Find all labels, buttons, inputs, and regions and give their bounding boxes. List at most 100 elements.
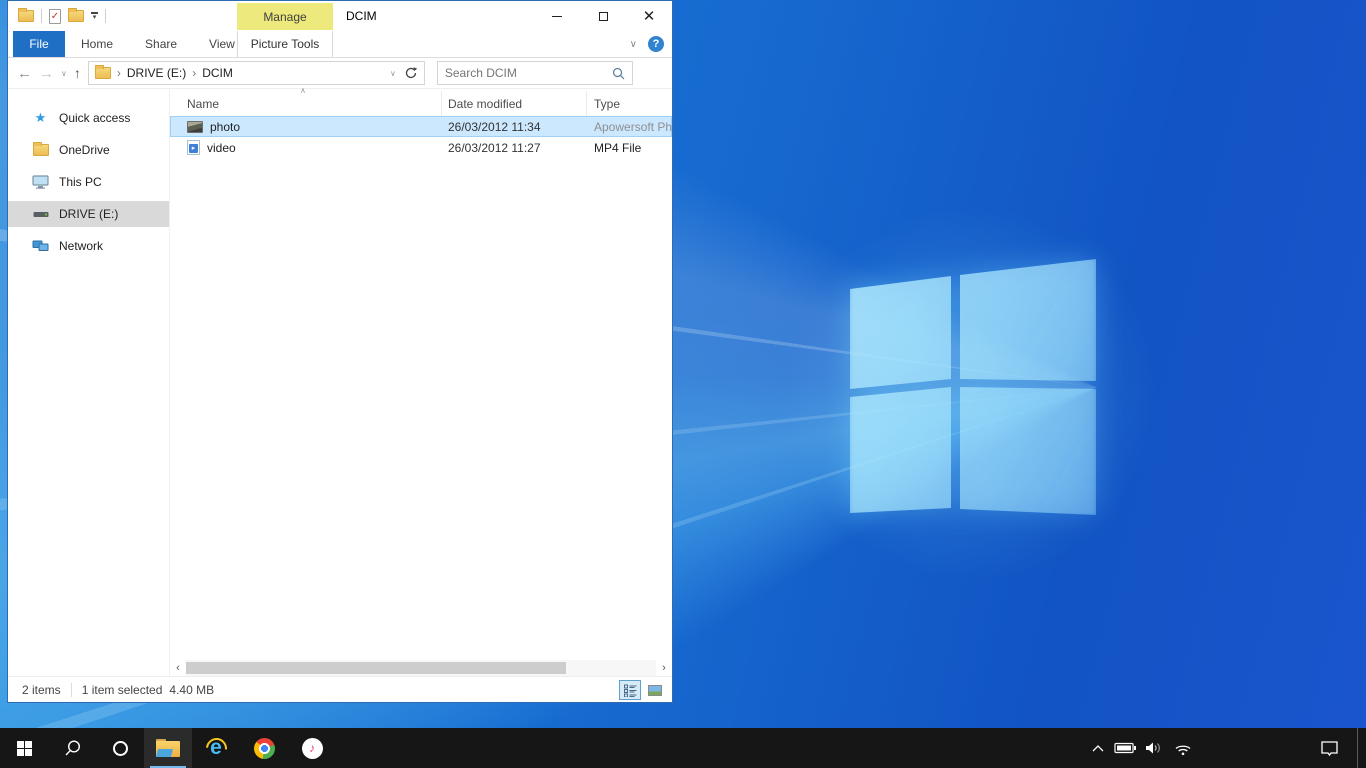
scrollbar-thumb[interactable]	[186, 662, 566, 674]
internet-explorer-button[interactable]: e	[192, 728, 240, 768]
taskbar-search-button[interactable]	[48, 728, 96, 768]
file-date-modified: 26/03/2012 11:27	[442, 141, 587, 155]
file-name: video	[207, 141, 236, 155]
customize-qat-icon[interactable]: ▾	[91, 12, 98, 20]
refresh-icon[interactable]	[404, 66, 418, 80]
large-icons-view-button[interactable]	[644, 680, 666, 700]
video-file-icon	[187, 140, 200, 155]
contextual-group-label: Manage	[237, 3, 333, 30]
item-count: 2 items	[22, 683, 61, 697]
sidebar-item-label: Quick access	[59, 111, 130, 125]
navigation-bar: ← → ∨ ↑ › DRIVE (E:) › DCIM ∨	[8, 58, 672, 89]
file-list-pane: ∧ Name Date modified Type photo 26/03/20…	[169, 89, 672, 676]
column-header-name[interactable]: Name	[170, 91, 442, 116]
sidebar-item-onedrive[interactable]: OneDrive	[8, 137, 169, 163]
close-button[interactable]: ✕	[626, 1, 672, 31]
tab-file[interactable]: File	[13, 31, 65, 57]
app-icon[interactable]	[18, 10, 34, 22]
column-header-type[interactable]: Type	[587, 97, 672, 111]
separator	[71, 683, 72, 697]
minimize-button[interactable]	[534, 1, 580, 31]
volume-button[interactable]	[1139, 728, 1167, 768]
explorer-main: ★ Quick access OneDrive This P	[8, 89, 672, 676]
file-type: MP4 File	[587, 141, 672, 155]
action-center-button[interactable]	[1311, 728, 1347, 768]
quick-access-star-icon: ★	[32, 110, 49, 126]
battery-status-button[interactable]	[1111, 728, 1139, 768]
file-row-video[interactable]: video 26/03/2012 11:27 MP4 File	[170, 137, 672, 158]
breadcrumb-dcim[interactable]: DCIM	[202, 66, 233, 80]
quick-access-toolbar: ✓ ▾	[18, 1, 106, 31]
search-box	[437, 61, 633, 85]
file-date-modified: 26/03/2012 11:34	[442, 120, 587, 134]
column-header-date-modified[interactable]: Date modified	[442, 91, 587, 116]
minimize-icon	[552, 16, 562, 17]
breadcrumb-separator: ›	[117, 66, 121, 80]
sidebar-item-label: DRIVE (E:)	[59, 207, 118, 221]
chrome-button[interactable]	[240, 728, 288, 768]
scroll-left-icon[interactable]: ‹	[170, 660, 186, 676]
forward-button[interactable]: →	[39, 66, 54, 81]
network-button[interactable]	[1167, 728, 1199, 768]
back-button[interactable]: ←	[17, 66, 32, 81]
file-explorer-icon	[156, 739, 180, 757]
navigation-pane: ★ Quick access OneDrive This P	[8, 89, 169, 676]
search-icon[interactable]	[612, 67, 625, 80]
sidebar-item-network[interactable]: Network	[8, 233, 169, 259]
file-name: photo	[210, 120, 240, 134]
properties-icon[interactable]: ✓	[49, 9, 61, 24]
up-button[interactable]: ↑	[74, 65, 81, 81]
title-bar: ✓ ▾ Manage DCIM ✕	[8, 1, 672, 31]
action-center-icon	[1320, 740, 1339, 757]
cortana-icon	[113, 741, 128, 756]
file-row-photo[interactable]: photo 26/03/2012 11:34 Apowersoft Pho	[170, 116, 672, 137]
selection-size: 4.40 MB	[169, 683, 214, 697]
speaker-icon	[1144, 741, 1162, 755]
itunes-button[interactable]: ♪	[288, 728, 336, 768]
sidebar-item-drive-e[interactable]: DRIVE (E:)	[8, 201, 169, 227]
ribbon-tab-row: File Home Share View Picture Tools ∨ ?	[8, 31, 672, 58]
internet-explorer-icon: e	[204, 736, 228, 760]
breadcrumb-drive[interactable]: DRIVE (E:)	[127, 66, 186, 80]
sort-ascending-icon: ∧	[300, 86, 306, 95]
scroll-right-icon[interactable]: ›	[656, 660, 672, 676]
onedrive-folder-icon	[32, 144, 49, 156]
sidebar-item-label: OneDrive	[59, 143, 110, 157]
drive-icon	[32, 209, 49, 219]
minimize-ribbon-icon[interactable]: ∨	[630, 39, 637, 50]
help-icon[interactable]: ?	[648, 36, 664, 52]
search-input[interactable]	[445, 66, 612, 80]
chrome-icon	[254, 738, 275, 759]
tab-home[interactable]: Home	[65, 31, 129, 57]
start-button[interactable]	[0, 728, 48, 768]
chevron-up-icon	[1092, 745, 1104, 752]
network-icon	[32, 239, 49, 253]
new-folder-icon[interactable]	[68, 10, 84, 22]
desktop: ✓ ▾ Manage DCIM ✕ File Home Share View P…	[0, 0, 1366, 768]
separator	[105, 9, 106, 23]
tab-share[interactable]: Share	[129, 31, 193, 57]
address-dropdown-icon[interactable]: ∨	[390, 69, 396, 78]
maximize-button[interactable]	[580, 1, 626, 31]
taskbar-file-explorer-button[interactable]	[144, 728, 192, 768]
horizontal-scrollbar[interactable]: ‹ ›	[170, 660, 672, 676]
location-folder-icon	[95, 67, 111, 79]
hidden-icons-button[interactable]	[1085, 728, 1111, 768]
taskbar-edge	[1358, 728, 1366, 768]
separator	[41, 9, 42, 23]
photo-file-icon	[187, 121, 203, 133]
itunes-icon: ♪	[302, 738, 323, 759]
address-bar[interactable]: › DRIVE (E:) › DCIM ∨	[88, 61, 425, 85]
search-icon	[63, 739, 82, 758]
recent-locations-chevron-icon[interactable]: ∨	[61, 69, 67, 78]
scrollbar-track[interactable]	[186, 660, 656, 676]
sidebar-item-quick-access[interactable]: ★ Quick access	[8, 105, 169, 131]
sidebar-item-this-pc[interactable]: This PC	[8, 169, 169, 195]
tab-picture-tools[interactable]: Picture Tools	[237, 31, 333, 57]
column-headers: ∧ Name Date modified Type	[170, 91, 672, 116]
system-tray	[1085, 728, 1366, 768]
window-title: DCIM	[346, 1, 377, 31]
cortana-button[interactable]	[96, 728, 144, 768]
details-view-button[interactable]	[619, 680, 641, 700]
file-type: Apowersoft Pho	[587, 120, 672, 134]
